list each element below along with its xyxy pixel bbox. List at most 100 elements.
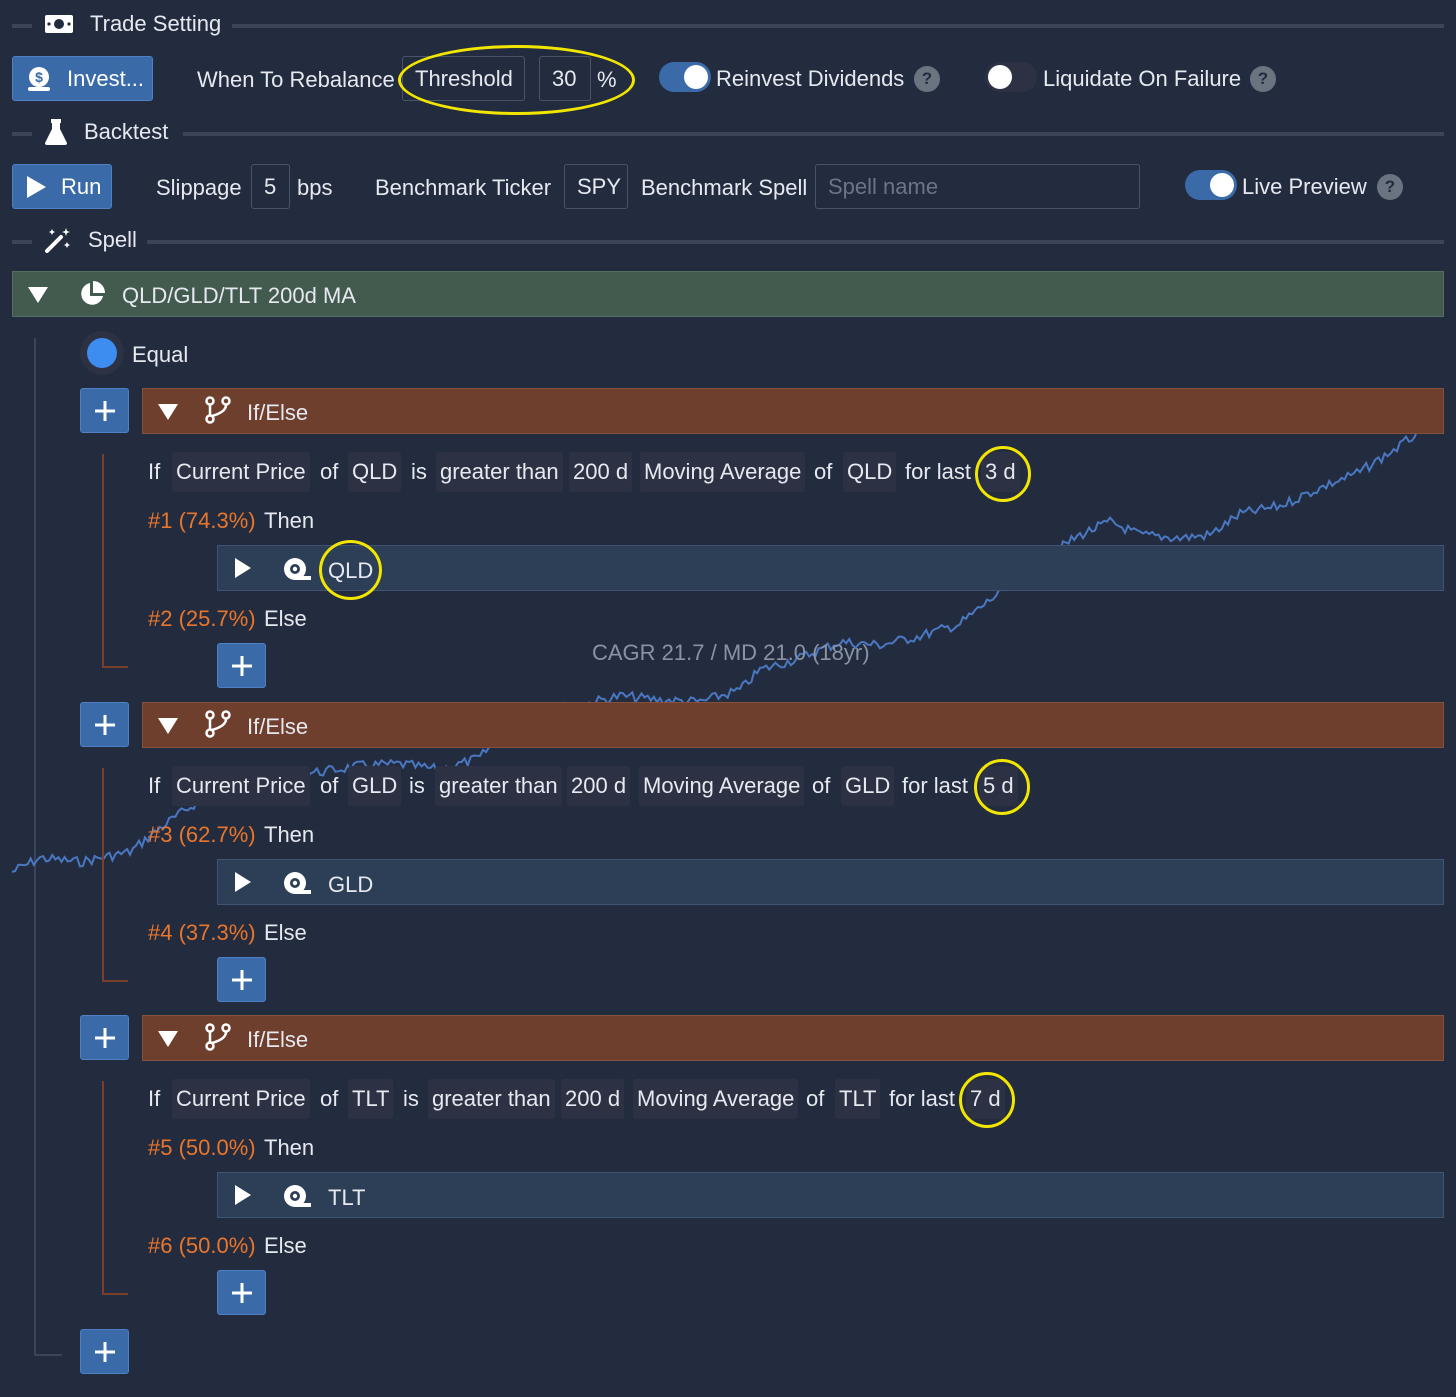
ifelse-header[interactable] bbox=[142, 702, 1444, 748]
cond-ticker-input[interactable]: TLT bbox=[348, 1079, 394, 1119]
add-else-button[interactable] bbox=[217, 1270, 266, 1315]
cond-of: of bbox=[812, 773, 831, 798]
slippage-unit: bps bbox=[297, 175, 333, 200]
else-label: Else bbox=[264, 1233, 307, 1258]
cond-ticker-input[interactable]: GLD bbox=[348, 766, 402, 806]
cond-indicator-ticker-input[interactable]: TLT bbox=[835, 1079, 881, 1119]
highlight-days bbox=[959, 1072, 1015, 1128]
cond-window-unit: d bbox=[607, 1086, 621, 1111]
ifelse-title: If/Else bbox=[247, 1027, 309, 1052]
slippage-input[interactable]: 5 bbox=[251, 164, 290, 209]
add-block-button[interactable] bbox=[80, 388, 129, 433]
then-weight-tag: #5 (50.0%) bbox=[148, 1135, 256, 1160]
benchmark-spell-input[interactable]: Spell name bbox=[815, 164, 1140, 209]
run-label: Run bbox=[61, 173, 102, 199]
magic-wand-icon bbox=[45, 228, 70, 253]
backtest-header: Backtest bbox=[44, 118, 168, 146]
highlight-days bbox=[975, 446, 1031, 502]
ifelse-collapse-icon[interactable] bbox=[158, 1031, 178, 1047]
flask-icon bbox=[45, 119, 67, 145]
money-icon bbox=[45, 15, 73, 33]
asset-row[interactable] bbox=[217, 859, 1444, 905]
cond-metric-select[interactable]: Current Price bbox=[172, 766, 310, 806]
run-button[interactable]: Run bbox=[12, 164, 112, 209]
benchmark-ticker-value: SPY bbox=[577, 173, 622, 199]
cond-indicator-select[interactable]: Moving Average bbox=[633, 1079, 799, 1119]
equal-weight-indicator[interactable] bbox=[80, 331, 124, 375]
live-preview-help-icon[interactable]: ? bbox=[1377, 174, 1403, 200]
spell-header: Spell bbox=[44, 226, 137, 254]
asset-ticker: GLD bbox=[328, 872, 374, 897]
plus-icon bbox=[231, 969, 252, 990]
else-label: Else bbox=[264, 920, 307, 945]
cond-window-input[interactable]: 200 d bbox=[569, 452, 633, 492]
trade-setting-header: Trade Setting bbox=[44, 10, 221, 38]
reinvest-dividends-toggle[interactable] bbox=[659, 62, 711, 92]
asset-row[interactable] bbox=[217, 545, 1444, 591]
then-label: Then bbox=[264, 508, 315, 533]
branch-icon bbox=[205, 1023, 231, 1051]
reinvest-help-icon[interactable]: ? bbox=[914, 66, 940, 92]
cond-ticker-input[interactable]: QLD bbox=[348, 452, 402, 492]
else-weight-tag: #6 (50.0%) bbox=[148, 1233, 256, 1258]
ifelse-collapse-icon[interactable] bbox=[158, 718, 178, 734]
benchmark-ticker-input[interactable]: SPY bbox=[564, 164, 628, 209]
cond-metric-select[interactable]: Current Price bbox=[172, 1079, 310, 1119]
liquidate-on-failure-label: Liquidate On Failure bbox=[1043, 66, 1242, 91]
cond-window-value: 200 bbox=[571, 773, 608, 798]
plus-icon bbox=[231, 1282, 252, 1303]
cond-is: is bbox=[409, 773, 425, 798]
root-collapse-icon[interactable] bbox=[28, 287, 48, 303]
liquidate-help-icon[interactable]: ? bbox=[1250, 66, 1276, 92]
else-weight-tag: #2 (25.7%) bbox=[148, 606, 256, 631]
ifelse-header[interactable] bbox=[142, 1015, 1444, 1061]
play-icon bbox=[27, 175, 46, 198]
cond-for-last: for last bbox=[905, 459, 972, 484]
invest-label: Invest... bbox=[67, 65, 145, 91]
asset-expand-icon[interactable] bbox=[235, 872, 251, 892]
cond-indicator-select[interactable]: Moving Average bbox=[639, 766, 805, 806]
plus-icon bbox=[94, 1341, 115, 1362]
benchmark-spell-label: Benchmark Spell bbox=[641, 175, 808, 200]
plus-icon bbox=[94, 400, 115, 421]
svg-text:$: $ bbox=[35, 69, 43, 85]
cond-for-last: for last bbox=[889, 1086, 956, 1111]
highlight-days bbox=[974, 759, 1030, 815]
asset-ticker: TLT bbox=[328, 1185, 366, 1210]
cond-window-input[interactable]: 200 d bbox=[567, 766, 631, 806]
add-else-button[interactable] bbox=[217, 643, 266, 688]
add-block-button[interactable] bbox=[80, 702, 129, 747]
ifelse-collapse-icon[interactable] bbox=[158, 404, 178, 420]
ticker-icon bbox=[284, 1185, 311, 1207]
ifelse-header[interactable] bbox=[142, 388, 1444, 434]
cond-window-input[interactable]: 200 d bbox=[561, 1079, 625, 1119]
cond-of: of bbox=[320, 773, 339, 798]
cond-metric-select[interactable]: Current Price bbox=[172, 452, 310, 492]
asset-expand-icon[interactable] bbox=[235, 1185, 251, 1205]
asset-expand-icon[interactable] bbox=[235, 558, 251, 578]
asset-row[interactable] bbox=[217, 1172, 1444, 1218]
branch-icon bbox=[205, 710, 231, 738]
cond-of: of bbox=[806, 1086, 825, 1111]
then-label: Then bbox=[264, 1135, 315, 1160]
cond-if: If bbox=[148, 773, 161, 798]
cond-indicator-ticker-input[interactable]: QLD bbox=[843, 452, 897, 492]
add-else-button[interactable] bbox=[217, 957, 266, 1002]
add-child-button[interactable] bbox=[80, 1329, 129, 1374]
trade-setting-title: Trade Setting bbox=[90, 11, 222, 36]
else-label: Else bbox=[264, 606, 307, 631]
invest-button[interactable]: $ Invest... bbox=[12, 56, 153, 101]
highlight-threshold bbox=[398, 45, 635, 115]
cond-operator-select[interactable]: greater than bbox=[435, 766, 562, 806]
add-block-button[interactable] bbox=[80, 1015, 129, 1060]
cond-indicator-ticker-input[interactable]: GLD bbox=[841, 766, 895, 806]
cond-indicator-select[interactable]: Moving Average bbox=[640, 452, 806, 492]
plus-icon bbox=[94, 1027, 115, 1048]
cond-operator-select[interactable]: greater than bbox=[436, 452, 563, 492]
cond-operator-select[interactable]: greater than bbox=[428, 1079, 555, 1119]
benchmark-spell-placeholder: Spell name bbox=[828, 173, 939, 199]
liquidate-on-failure-toggle[interactable] bbox=[985, 62, 1037, 92]
cond-for-last: for last bbox=[902, 773, 969, 798]
live-preview-toggle[interactable] bbox=[1185, 170, 1237, 200]
cond-if: If bbox=[148, 1086, 161, 1111]
